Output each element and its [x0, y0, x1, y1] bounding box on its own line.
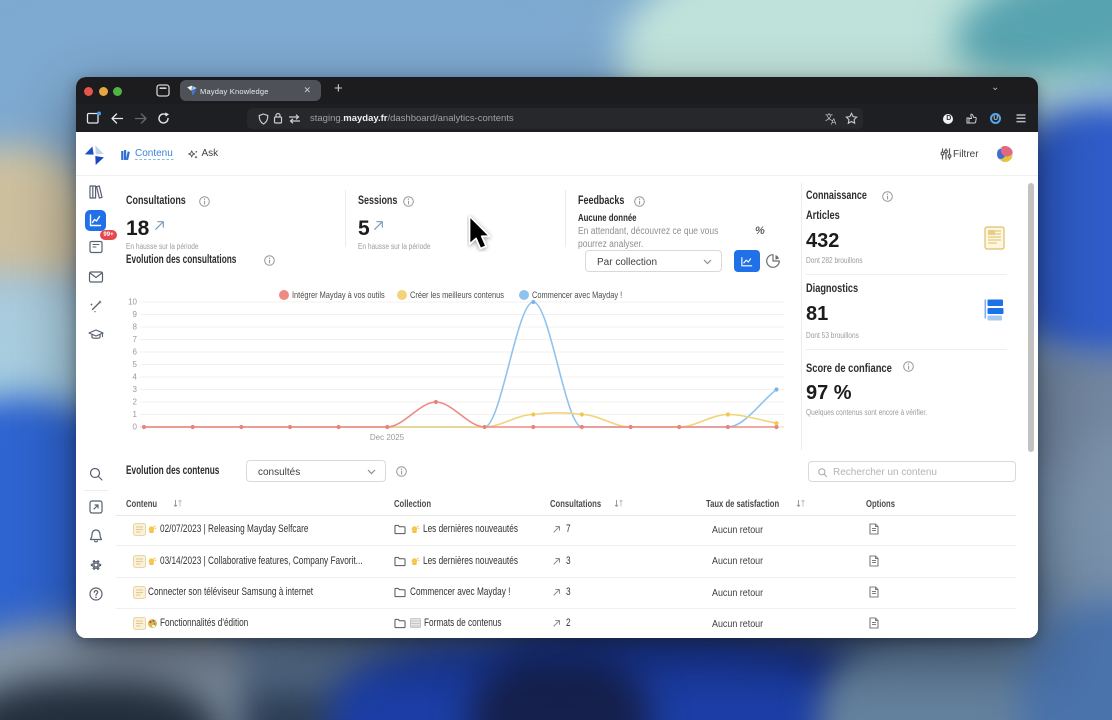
svg-text:6: 6 [133, 348, 138, 357]
svg-text:7: 7 [133, 335, 138, 344]
svg-text:0: 0 [133, 423, 138, 432]
svg-text:2: 2 [133, 398, 138, 407]
svg-text:1: 1 [133, 410, 138, 419]
svg-text:5: 5 [133, 360, 138, 369]
svg-text:A: A [831, 117, 837, 125]
svg-text:8: 8 [133, 323, 138, 332]
svg-text:4: 4 [133, 373, 138, 382]
svg-text:Dec 2025: Dec 2025 [370, 433, 405, 442]
svg-text:3: 3 [133, 385, 138, 394]
svg-text:10: 10 [128, 298, 137, 307]
svg-text:9: 9 [133, 310, 138, 319]
